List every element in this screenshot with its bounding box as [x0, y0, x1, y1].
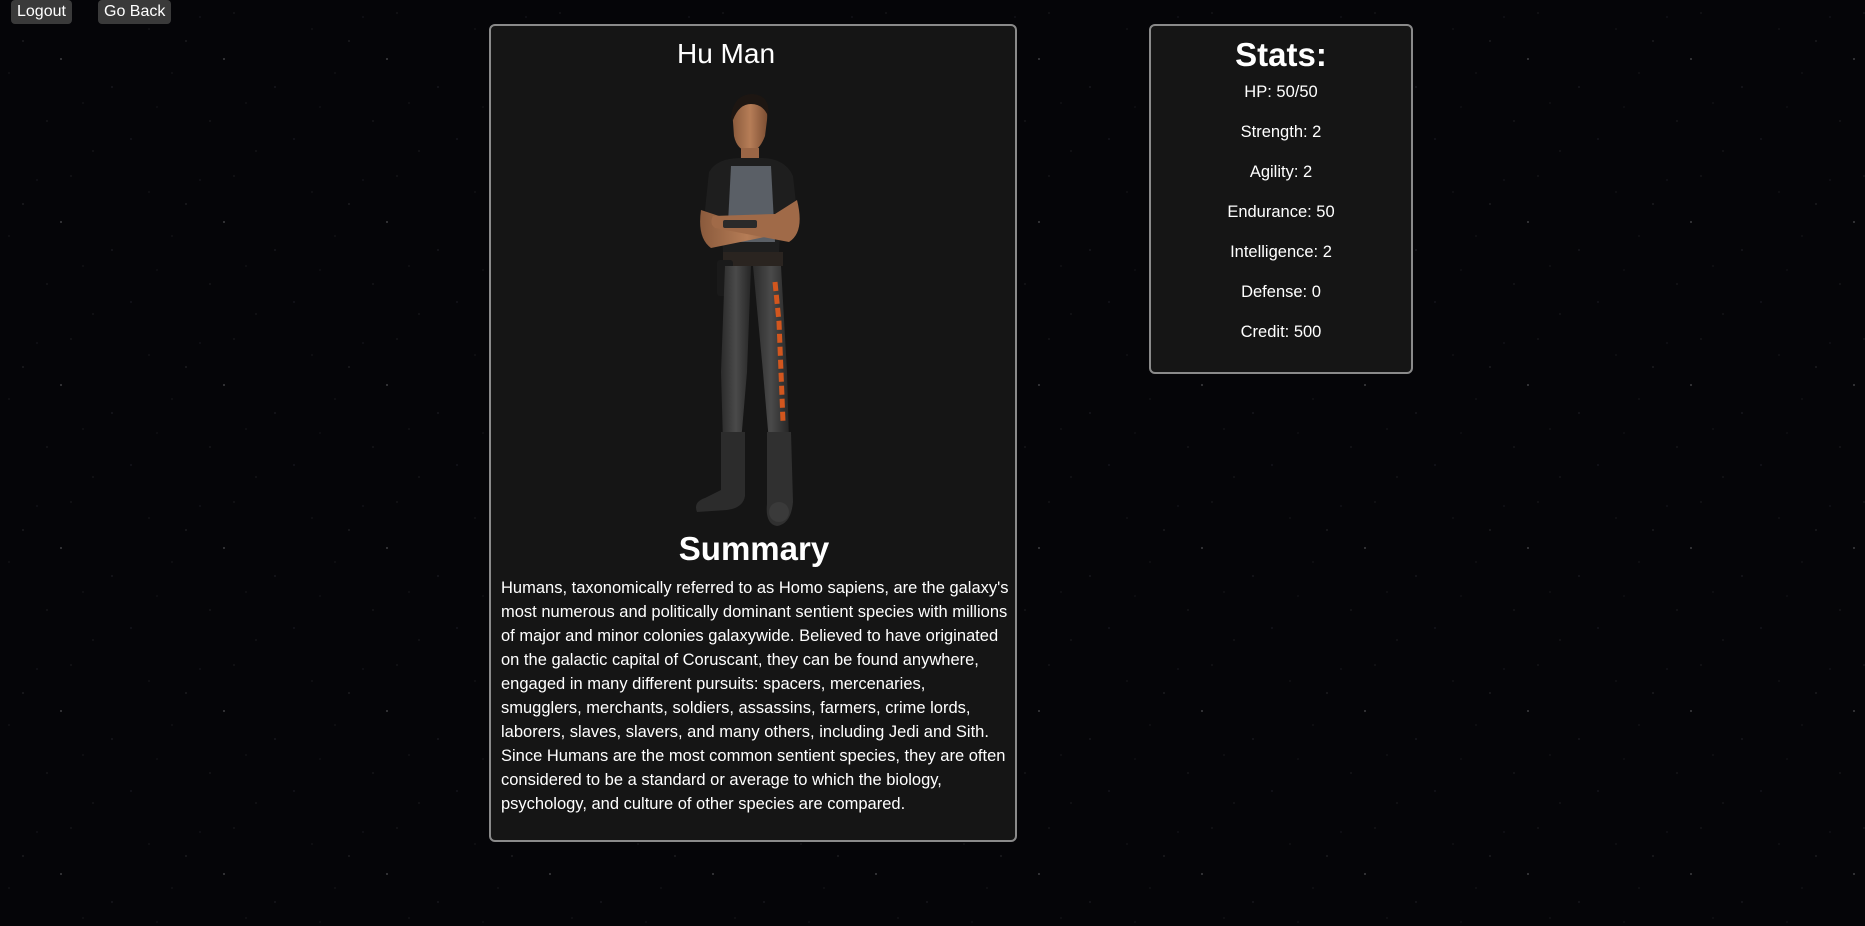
- character-portrait-image: [696, 94, 800, 526]
- character-name: Hu Man: [676, 38, 776, 69]
- stat-hp: HP: 50/50: [1244, 83, 1318, 101]
- stat-credit: Credit: 500: [1240, 323, 1322, 341]
- stat-agility: Agility: 2: [1249, 163, 1313, 181]
- stats-heading: Stats:: [1235, 36, 1327, 73]
- stat-endurance: Endurance: 50: [1227, 203, 1335, 221]
- stat-intelligence: Intelligence: 2: [1230, 243, 1332, 261]
- summary-text: Humans, taxonomically referred to as Hom…: [501, 579, 1009, 813]
- stats-list: HP: 50/50 Strength: 2 Agility: 2 Enduran…: [1151, 72, 1411, 352]
- stats-card: Stats: HP: 50/50 Strength: 2 Agility: 2 …: [1149, 24, 1413, 374]
- summary-heading: Summary: [678, 530, 830, 567]
- go-back-button[interactable]: Go Back: [98, 0, 172, 24]
- logout-button[interactable]: Logout: [11, 0, 72, 24]
- character-card: Hu Man Summary Humans, taxonomically ref…: [489, 24, 1017, 842]
- stat-strength: Strength: 2: [1240, 123, 1322, 141]
- stat-defense: Defense: 0: [1241, 283, 1321, 301]
